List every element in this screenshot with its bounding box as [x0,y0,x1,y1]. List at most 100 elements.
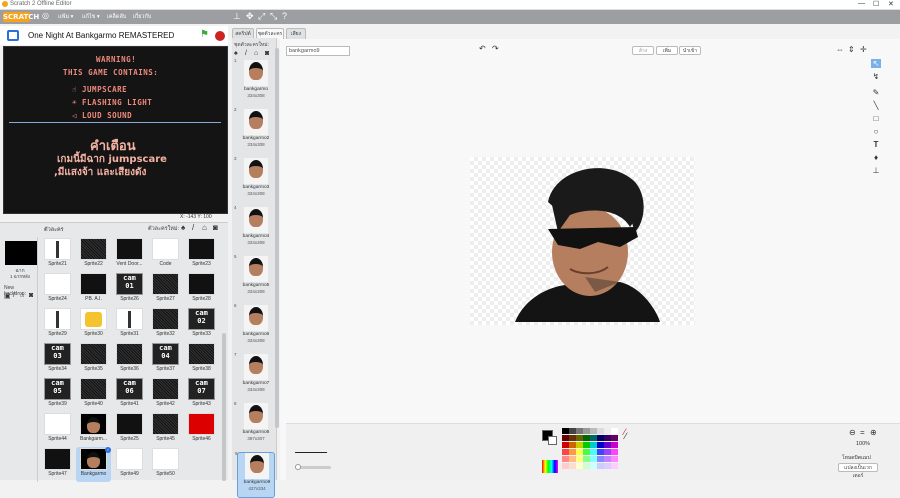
color-swatch[interactable] [583,435,590,441]
color-swatch[interactable] [590,456,597,462]
color-swatch[interactable] [590,435,597,441]
stage-pane[interactable]: ฉาก 1 ฉากหลัง New backdrop: ▣ / ⌂ ◙ [2,237,38,482]
color-picker[interactable] [542,460,558,473]
backdrop-thumbnail[interactable] [5,241,37,265]
sprite-item[interactable]: Sprite46 [184,412,219,447]
sprite-item[interactable]: Code [148,237,183,272]
cut-icon[interactable]: ✥ [246,11,254,22]
pencil-tool-icon[interactable]: ✎ [871,88,881,97]
color-swatch[interactable] [611,449,618,455]
color-swatch[interactable] [611,442,618,448]
stamp-tool-icon[interactable]: ⊥ [871,166,881,175]
set-center-icon[interactable]: ✛ [860,45,867,54]
color-swatch[interactable] [569,456,576,462]
color-swatch[interactable] [569,449,576,455]
color-swatch[interactable] [562,449,569,455]
zoom-in-icon[interactable]: ⊕ [870,428,877,437]
select-tool-icon[interactable]: ↖ [871,59,881,68]
close-icon[interactable]: ✕ [888,0,894,8]
sprite-item[interactable]: cam 07 Sprite43 [184,377,219,412]
redo-icon[interactable]: ↷ [492,44,499,53]
color-swatch[interactable] [576,449,583,455]
color-swatch[interactable] [583,456,590,462]
costume-item[interactable]: 9 bankgarmo9 427x334 [235,451,275,498]
menu-edit[interactable]: แก้ไข ▾ [82,13,100,21]
stamp-icon[interactable]: ⊥ [233,11,241,22]
sprite-item[interactable]: Sprite27 [148,272,183,307]
color-swatch[interactable] [597,435,604,441]
line-tool-icon[interactable]: ╲ [871,101,881,110]
color-swatch[interactable] [597,449,604,455]
stage[interactable]: WARNING! THIS GAME CONTAINS: ☝ JUMPSCARE… [3,46,228,214]
color-swatch[interactable] [576,435,583,441]
menu-tips[interactable]: เคล็ดลับ [107,13,126,21]
paint-backdrop-icon[interactable]: / [13,292,15,299]
color-swatch[interactable] [604,435,611,441]
globe-icon[interactable]: ◎ [42,11,49,20]
sprite-item[interactable]: cam 03 Sprite34 [40,342,75,377]
color-swatch[interactable] [590,463,597,469]
sprite-item[interactable]: Sprite24 [40,272,75,307]
flip-up-down-icon[interactable]: ⇕ [848,45,855,54]
sprite-item[interactable]: Sprite30 [76,307,111,342]
sprite-item[interactable]: cam 06 Sprite41 [112,377,147,412]
color-swatch[interactable] [562,463,569,469]
import-button[interactable]: นำเข้า [679,46,701,55]
sprite-item[interactable]: Sprite25 [112,412,147,447]
sprite-item[interactable]: Sprite36 [112,342,147,377]
costume-item[interactable]: 7 bankgarmo7 334x308 [234,352,275,400]
maximize-icon[interactable]: ☐ [873,0,879,8]
sprite-item[interactable]: PB. A.I. [76,272,111,307]
color-swatch[interactable] [590,449,597,455]
color-swatch[interactable] [597,442,604,448]
color-swatch[interactable] [583,463,590,469]
upload-sprite-icon[interactable]: ⌂ [202,223,207,232]
color-swatch[interactable] [611,428,618,434]
minimize-icon[interactable]: — [858,0,865,7]
sprite-item[interactable]: Sprite44 [40,412,75,447]
paint-sprite-icon[interactable]: / [192,223,194,232]
ellipse-tool-icon[interactable]: ○ [871,127,881,136]
color-swatch[interactable] [611,456,618,462]
color-swatch[interactable] [597,463,604,469]
shrink-icon[interactable]: ⤡ [270,11,277,22]
costume-canvas[interactable] [470,157,695,325]
sprite-item[interactable]: Bankgarm... [76,412,111,447]
color-swatch[interactable] [590,442,597,448]
color-swatch[interactable] [611,463,618,469]
sprite-item[interactable]: Sprite38 [184,342,219,377]
color-swatch[interactable] [562,435,569,441]
color-swatch[interactable] [576,456,583,462]
costume-item[interactable]: 4 bankgarmo4 334x308 [234,205,275,253]
sprite-item[interactable]: Sprite22 [76,237,111,272]
upload-costume-icon[interactable]: ⌂ [254,50,258,57]
costume-name-field[interactable]: bankgarmo9 [286,46,350,56]
scratch-logo[interactable]: SCRATCH [3,12,39,22]
sprite-item[interactable]: Sprite32 [148,307,183,342]
color-swatch[interactable] [569,435,576,441]
line-width-slider[interactable] [295,464,331,470]
camera-sprite-icon[interactable]: ◙ [213,223,218,232]
camera-costume-icon[interactable]: ◙ [265,50,269,57]
slider-handle[interactable] [295,464,301,470]
sprite-scrollbar[interactable] [222,333,226,481]
menu-file[interactable]: แฟ้ม ▾ [58,13,73,21]
sprite-item[interactable]: Sprite50 [148,447,183,482]
menu-about[interactable]: เกี่ยวกับ [133,13,151,21]
color-swatch[interactable] [604,463,611,469]
color-swatch[interactable] [604,456,611,462]
color-swatch[interactable] [576,428,583,434]
undo-icon[interactable]: ↶ [479,44,486,53]
fullscreen-icon[interactable] [7,30,19,41]
color-swatch[interactable] [583,449,590,455]
add-button[interactable]: เพิ่ม [656,46,678,55]
sprite-item[interactable]: Sprite47 [40,447,75,482]
eyedropper-icon[interactable]: ⁄ [625,431,627,441]
color-swatch[interactable] [597,428,604,434]
backdrop-library-icon[interactable]: ▣ [4,292,11,300]
color-swatch[interactable] [576,442,583,448]
color-swatch[interactable] [604,449,611,455]
paint-costume-icon[interactable]: / [245,50,247,57]
sprite-item[interactable]: Sprite31 [112,307,147,342]
tab-sounds[interactable]: เสียง [286,28,306,39]
